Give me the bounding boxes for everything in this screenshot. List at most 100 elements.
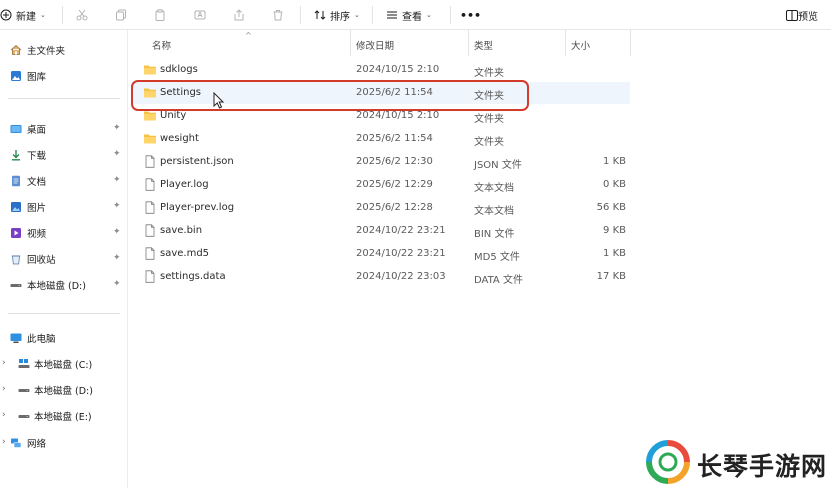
sidebar-item-network[interactable]: › 网络: [0, 432, 128, 454]
sidebar-item-pictures[interactable]: 图片 ✦: [0, 196, 128, 218]
file-name: sdklogs: [160, 64, 198, 75]
chevron-down-icon: ⌄: [354, 11, 360, 19]
sidebar-item-drive-c[interactable]: › 本地磁盘 (C:): [0, 353, 128, 375]
sidebar-item-recycle-bin[interactable]: 回收站 ✦: [0, 248, 128, 270]
sidebar-item-downloads[interactable]: 下载 ✦: [0, 144, 128, 166]
new-button[interactable]: 新建 ⌄: [0, 0, 46, 30]
more-options-button[interactable]: •••: [460, 0, 481, 30]
watermark-text: 长琴手游网: [697, 452, 828, 481]
recycle-bin-icon: [11, 255, 21, 265]
file-row[interactable]: save.md5 2024/10/22 23:21 MD5 文件 1 KB: [133, 243, 630, 265]
drive-icon: [18, 389, 30, 392]
file-row[interactable]: persistent.json 2025/6/2 12:30 JSON 文件 1 KB: [133, 151, 630, 173]
drive-icon: [10, 284, 22, 287]
sort-label: 排序: [330, 11, 350, 23]
video-icon: [11, 228, 21, 238]
column-size-header[interactable]: 大小: [571, 38, 590, 52]
file-type: JSON 文件: [474, 160, 522, 171]
sidebar-item-videos[interactable]: 视频 ✦: [0, 222, 128, 244]
column-separator[interactable]: [565, 30, 566, 56]
chevron-right-icon[interactable]: ›: [2, 384, 6, 394]
cut-button[interactable]: [76, 0, 88, 30]
sidebar-item-label: 本地磁盘 (D:): [27, 281, 86, 292]
paste-icon: [155, 9, 165, 21]
folder-icon: [144, 65, 156, 75]
sidebar-item-label: 本地磁盘 (C:): [34, 360, 93, 371]
pin-icon[interactable]: ✦: [113, 253, 123, 263]
view-label: 查看: [402, 11, 422, 23]
paste-button[interactable]: [154, 0, 166, 30]
sidebar-item-label: 桌面: [27, 125, 47, 136]
preview-pane-button[interactable]: 预览: [786, 0, 818, 30]
file-name: wesight: [160, 133, 199, 144]
file-type: BIN 文件: [474, 229, 515, 240]
sort-icon: [314, 10, 326, 20]
column-separator[interactable]: [468, 30, 469, 56]
column-name-header[interactable]: 名称: [152, 38, 171, 52]
sidebar-item-drive-d[interactable]: › 本地磁盘 (D:): [0, 379, 128, 401]
file-row[interactable]: save.bin 2024/10/22 23:21 BIN 文件 9 KB: [133, 220, 630, 242]
copy-icon: [116, 9, 126, 21]
sidebar-item-drive-d[interactable]: 本地磁盘 (D:) ✦: [0, 274, 128, 296]
sidebar-item-drive-e[interactable]: › 本地磁盘 (E:): [0, 405, 128, 427]
sidebar-item-desktop[interactable]: 桌面 ✦: [0, 118, 128, 140]
navigation-pane: 主文件夹 图库 桌面 ✦ 下载 ✦ 文档 ✦ 图片 ✦ 视频 ✦ 回收站 ✦ 本…: [0, 30, 128, 488]
file-row[interactable]: Player.log 2025/6/2 12:29 文本文档 0 KB: [133, 174, 630, 196]
chevron-right-icon[interactable]: ›: [2, 437, 6, 447]
file-name: persistent.json: [160, 156, 234, 167]
share-icon: [234, 9, 244, 21]
file-row[interactable]: Player-prev.log 2025/6/2 12:28 文本文档 56 KB: [133, 197, 630, 219]
sidebar-item-label: 下载: [27, 151, 47, 162]
file-name: Player.log: [160, 179, 209, 190]
highlight-annotation: [131, 80, 529, 111]
pin-icon[interactable]: ✦: [113, 149, 123, 159]
pin-icon[interactable]: ✦: [113, 227, 123, 237]
sidebar-divider: [8, 313, 120, 314]
file-type: 文件夹: [474, 68, 504, 79]
file-modified-date: 2024/10/22 23:21: [356, 225, 446, 236]
chevron-down-icon: ⌄: [426, 11, 432, 19]
file-name: settings.data: [160, 271, 226, 282]
sidebar-item-documents[interactable]: 文档 ✦: [0, 170, 128, 192]
column-type-header[interactable]: 类型: [474, 38, 493, 52]
file-row[interactable]: settings.data 2024/10/22 23:03 DATA 文件 17 K…: [133, 266, 630, 288]
pin-icon[interactable]: ✦: [113, 123, 123, 133]
sidebar-item-home[interactable]: 主文件夹: [0, 39, 128, 61]
preview-label: 预览: [798, 11, 818, 23]
desktop-icon: [10, 125, 22, 133]
preview-pane-icon: [786, 9, 798, 21]
share-button[interactable]: [233, 0, 245, 30]
folder-row[interactable]: wesight 2025/6/2 11:54 文件夹: [133, 128, 630, 150]
copy-button[interactable]: [115, 0, 127, 30]
file-icon: [145, 155, 155, 168]
column-date-header[interactable]: 修改日期: [356, 38, 394, 52]
sidebar-item-label: 此电脑: [27, 334, 56, 345]
download-icon: [12, 150, 20, 161]
sidebar-item-this-pc[interactable]: 此电脑: [0, 327, 128, 349]
cut-icon: [76, 9, 88, 21]
computer-icon: [10, 333, 22, 343]
plus-circle-icon: [0, 9, 12, 21]
toolbar-divider: [450, 6, 451, 24]
column-separator[interactable]: [350, 30, 351, 56]
file-modified-date: 2024/10/15 2:10: [356, 64, 440, 75]
folder-icon: [144, 134, 156, 144]
column-separator[interactable]: [630, 30, 631, 56]
delete-button[interactable]: [272, 0, 284, 30]
gallery-icon: [11, 71, 21, 81]
pin-icon[interactable]: ✦: [113, 175, 123, 185]
file-type: 文本文档: [474, 183, 514, 194]
pin-icon[interactable]: ✦: [113, 201, 123, 211]
chevron-right-icon[interactable]: ›: [2, 410, 6, 420]
file-type: 文本文档: [474, 206, 514, 217]
view-button[interactable]: 查看 ⌄: [386, 0, 432, 30]
chevron-right-icon[interactable]: ›: [2, 358, 6, 368]
folder-row[interactable]: sdklogs 2024/10/15 2:10 文件夹: [133, 59, 630, 81]
sort-button[interactable]: 排序 ⌄: [314, 0, 360, 30]
pin-icon[interactable]: ✦: [113, 279, 123, 289]
file-size: 56 KB: [596, 202, 626, 213]
file-modified-date: 2025/6/2 12:30: [356, 156, 433, 167]
sidebar-item-gallery[interactable]: 图库: [0, 65, 128, 87]
rename-button[interactable]: [194, 0, 206, 30]
view-list-icon: [387, 11, 397, 19]
